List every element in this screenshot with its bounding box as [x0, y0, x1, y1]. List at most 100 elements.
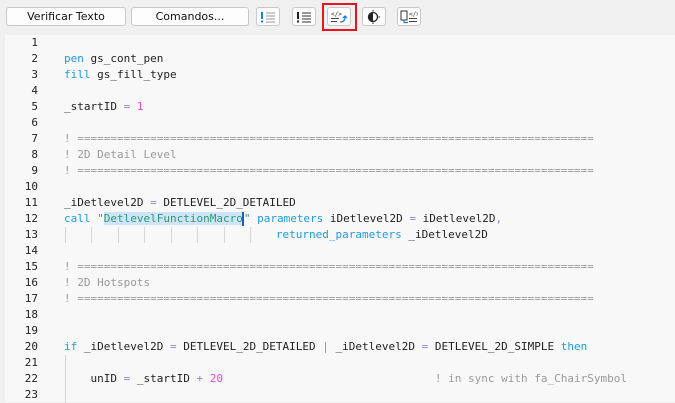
- comment: ! ======================================…: [64, 132, 594, 145]
- code-line[interactable]: 13 returned_parameters _iDetlevel2D: [5, 227, 675, 243]
- line-number: 8: [31, 148, 38, 161]
- code-token: _startID: [64, 100, 124, 113]
- code-text: ! 2D Hotspots: [64, 275, 150, 291]
- comment: ! 2D Detail Level: [64, 148, 177, 161]
- comment: ! in sync with fa_ChairSymbol: [434, 372, 627, 385]
- code-line[interactable]: 21: [5, 355, 675, 371]
- keyword: pen: [64, 52, 84, 65]
- code-text: fill gs_fill_type: [64, 67, 177, 83]
- code-text: _iDetlevel2D = DETLEVEL_2D_DETAILED: [64, 195, 296, 211]
- code-text: ! ======================================…: [64, 131, 594, 147]
- code-line[interactable]: 22 unID = _startID + 20 ! in sync with f…: [5, 371, 675, 387]
- indent-guide: [144, 227, 146, 243]
- code-token: _iDetlevel2D: [64, 196, 151, 209]
- code-text: ! ======================================…: [64, 291, 594, 307]
- comment: ! ======================================…: [64, 164, 594, 177]
- show-warnings-button[interactable]: [256, 7, 280, 26]
- line-number: 19: [24, 324, 38, 337]
- string-literal: DetlevelFunctionMacro: [103, 212, 243, 225]
- verify-text-button[interactable]: Verificar Texto: [6, 7, 126, 26]
- line-number: 17: [24, 292, 38, 305]
- code-line[interactable]: 16 ! 2D Hotspots: [5, 275, 675, 291]
- indent-guide: [197, 227, 199, 243]
- line-number: 7: [31, 132, 38, 145]
- line-number: 4: [31, 84, 38, 97]
- operator: =: [169, 340, 177, 353]
- code-text: returned_parameters _iDetlevel2D: [64, 227, 488, 243]
- line-number: 20: [24, 340, 38, 353]
- code-line[interactable]: 2 pen gs_cont_pen: [5, 51, 675, 67]
- toolbar: Verificar Texto Comandos... </> </>: [0, 0, 675, 34]
- indent-guide: [65, 355, 66, 403]
- svg-text:</>: </>: [409, 11, 418, 18]
- code-line[interactable]: 9 ! =====================================…: [5, 163, 675, 179]
- indent-guide: [117, 227, 119, 243]
- show-errors-button[interactable]: [292, 7, 316, 26]
- code-text: ! ======================================…: [64, 259, 594, 275]
- highlight-box: [322, 3, 357, 31]
- code-token: DETLEVEL_2D_SIMPLE: [428, 340, 561, 353]
- keyword: parameters: [257, 212, 324, 225]
- code-line[interactable]: 20 if _iDetlevel2D = DETLEVEL_2D_DETAILED…: [5, 339, 675, 355]
- operator: ,: [495, 212, 503, 225]
- number-literal: 20: [209, 372, 223, 385]
- line-number: 14: [24, 244, 38, 257]
- indent-guide: [170, 227, 172, 243]
- line-number: 13: [24, 228, 38, 241]
- operator: =: [150, 196, 157, 209]
- code-token: _iDetlevel2D: [328, 340, 422, 353]
- code-text: unID = _startID + 20 ! in sync with fa_C…: [64, 371, 627, 387]
- line-number: 10: [24, 180, 38, 193]
- code-line[interactable]: 10: [5, 179, 675, 195]
- code-line[interactable]: 19: [5, 323, 675, 339]
- code-token: gs_cont_pen: [83, 52, 164, 65]
- code-token: iDetlevel2D: [416, 212, 496, 225]
- code-line[interactable]: 23: [5, 387, 675, 403]
- code-line[interactable]: 5 _startID = 1: [5, 99, 675, 115]
- copy-code-icon: </>: [400, 10, 418, 23]
- code-token: gs_fill_type: [90, 68, 177, 81]
- line-number: 23: [24, 388, 38, 401]
- show-warnings-icon: [261, 11, 275, 22]
- comment: ! ======================================…: [64, 292, 594, 305]
- code-editor[interactable]: 1 2 pen gs_cont_pen 3 fill gs_fill_type 4 5 _st…: [5, 35, 675, 403]
- code-line[interactable]: 8 ! 2D Detail Level: [5, 147, 675, 163]
- line-number: 15: [24, 260, 38, 273]
- comment: ! ======================================…: [64, 260, 594, 273]
- code-text: pen gs_cont_pen: [64, 51, 163, 67]
- line-number: 1: [31, 36, 38, 49]
- code-line[interactable]: 18: [5, 307, 675, 323]
- code-line[interactable]: 17 ! ====================================…: [5, 291, 675, 307]
- indent-guide: [223, 227, 225, 243]
- code-line[interactable]: 1: [5, 35, 675, 51]
- line-number: 11: [24, 196, 38, 209]
- keyword: returned_parameters: [275, 228, 402, 241]
- line-number: 9: [31, 164, 38, 177]
- code-token: _startID: [130, 372, 197, 385]
- code-token: iDetlevel2D: [323, 212, 410, 225]
- line-number: 5: [31, 100, 38, 113]
- theme-toggle-button[interactable]: [362, 7, 386, 26]
- keyword: call: [64, 212, 91, 225]
- code-line[interactable]: 12 call "DetlevelFunctionMacro" parameter…: [5, 211, 675, 227]
- line-number: 22: [24, 372, 38, 385]
- indent-guide: [91, 227, 93, 243]
- keyword: fill: [64, 68, 91, 81]
- code-line[interactable]: 3 fill gs_fill_type: [5, 67, 675, 83]
- copy-code-button[interactable]: </>: [397, 7, 421, 26]
- commands-button[interactable]: Comandos...: [131, 7, 249, 26]
- theme-toggle-icon: [367, 9, 380, 24]
- code-token: _iDetlevel2D: [401, 228, 488, 241]
- code-line[interactable]: 11 _iDetlevel2D = DETLEVEL_2D_DETAILED: [5, 195, 675, 211]
- code-token: unID: [64, 372, 124, 385]
- show-errors-icon: [297, 11, 311, 22]
- code-line[interactable]: 6: [5, 115, 675, 131]
- code-line[interactable]: 14: [5, 243, 675, 259]
- comment: ! 2D Hotspots: [64, 276, 151, 289]
- line-number: 16: [24, 276, 38, 289]
- code-line[interactable]: 15 ! ====================================…: [5, 259, 675, 275]
- code-line[interactable]: 7 ! =====================================…: [5, 131, 675, 147]
- code-line[interactable]: 4: [5, 83, 675, 99]
